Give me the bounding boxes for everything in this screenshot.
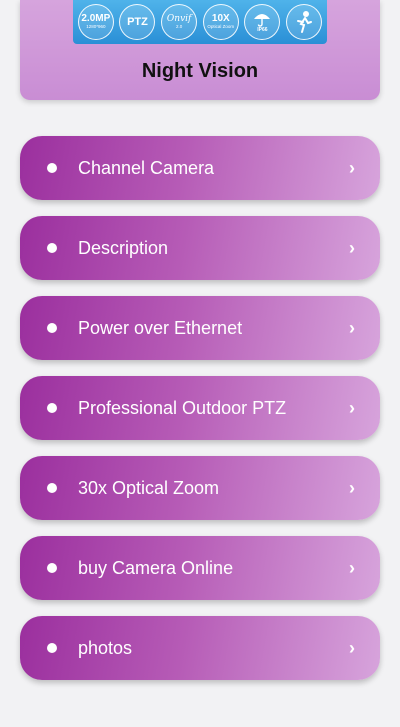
menu-item-label: Description [78, 237, 169, 258]
umbrella-icon [254, 14, 271, 27]
feature-zoom-badge: 10X Optical Zoom [202, 4, 239, 40]
menu-item-label: photos [78, 637, 133, 658]
menu-item-power-over-ethernet[interactable]: Power over Ethernet › [20, 296, 380, 360]
menu-item-description[interactable]: Description › [20, 216, 380, 280]
person-icon [297, 11, 313, 33]
menu-item-label: Channel Camera [78, 157, 215, 178]
feature-zoom-sub: Optical Zoom [207, 24, 235, 30]
chevron-right-icon: › [349, 557, 355, 578]
bullet-icon [47, 163, 57, 173]
menu-item-label: Power over Ethernet [78, 317, 243, 338]
bullet-icon [47, 643, 57, 653]
chevron-right-icon: › [349, 317, 355, 338]
feature-2mp-sub: 1280*960 [86, 24, 106, 30]
bullet-icon [47, 563, 57, 573]
menu-item-channel-camera[interactable]: Channel Camera › [20, 136, 380, 200]
feature-ptz-text: PTZ [127, 15, 148, 28]
feature-onvif-sub: 2.0 [176, 23, 183, 29]
bullet-icon [47, 483, 57, 493]
feature-ptz-badge: PTZ [119, 4, 156, 40]
feature-person-badge [286, 4, 323, 40]
bullet-icon [47, 323, 57, 333]
menu-item-label: buy Camera Online [78, 557, 234, 578]
page-title: Night Vision [141, 60, 259, 82]
feature-onvif-badge: Onvif 2.0 [161, 4, 198, 40]
feature-ip66-text: IP66 [257, 27, 268, 33]
feature-zoom-text: 10X [211, 13, 230, 25]
menu-item-professional-outdoor-ptz[interactable]: Professional Outdoor PTZ › [20, 376, 380, 440]
bullet-icon [47, 403, 57, 413]
feature-banner: 2.0MP 1280*960 PTZ Onvif 2.0 10X Optical… [73, 0, 327, 44]
menu-item-optical-zoom[interactable]: 30x Optical Zoom › [20, 456, 380, 520]
menu-item-buy-camera-online[interactable]: buy Camera Online › [20, 536, 380, 600]
chevron-right-icon: › [349, 397, 355, 418]
menu-item-label: Professional Outdoor PTZ [78, 397, 287, 418]
chevron-right-icon: › [349, 637, 355, 658]
chevron-right-icon: › [349, 477, 355, 498]
bullet-icon [47, 243, 57, 253]
feature-onvif-text: Onvif [166, 13, 192, 24]
menu-item-label: 30x Optical Zoom [78, 477, 220, 498]
feature-2mp-badge: 2.0MP 1280*960 [77, 4, 114, 40]
header-card: 2.0MP 1280*960 PTZ Onvif 2.0 10X Optical… [20, 0, 380, 100]
chevron-right-icon: › [349, 237, 355, 258]
chevron-right-icon: › [349, 157, 355, 178]
menu-list: Channel Camera › Description › Power ove… [20, 136, 380, 696]
feature-ip66-badge: IP66 [244, 4, 281, 40]
feature-2mp-text: 2.0MP [81, 13, 111, 25]
menu-item-photos[interactable]: photos › [20, 616, 380, 680]
